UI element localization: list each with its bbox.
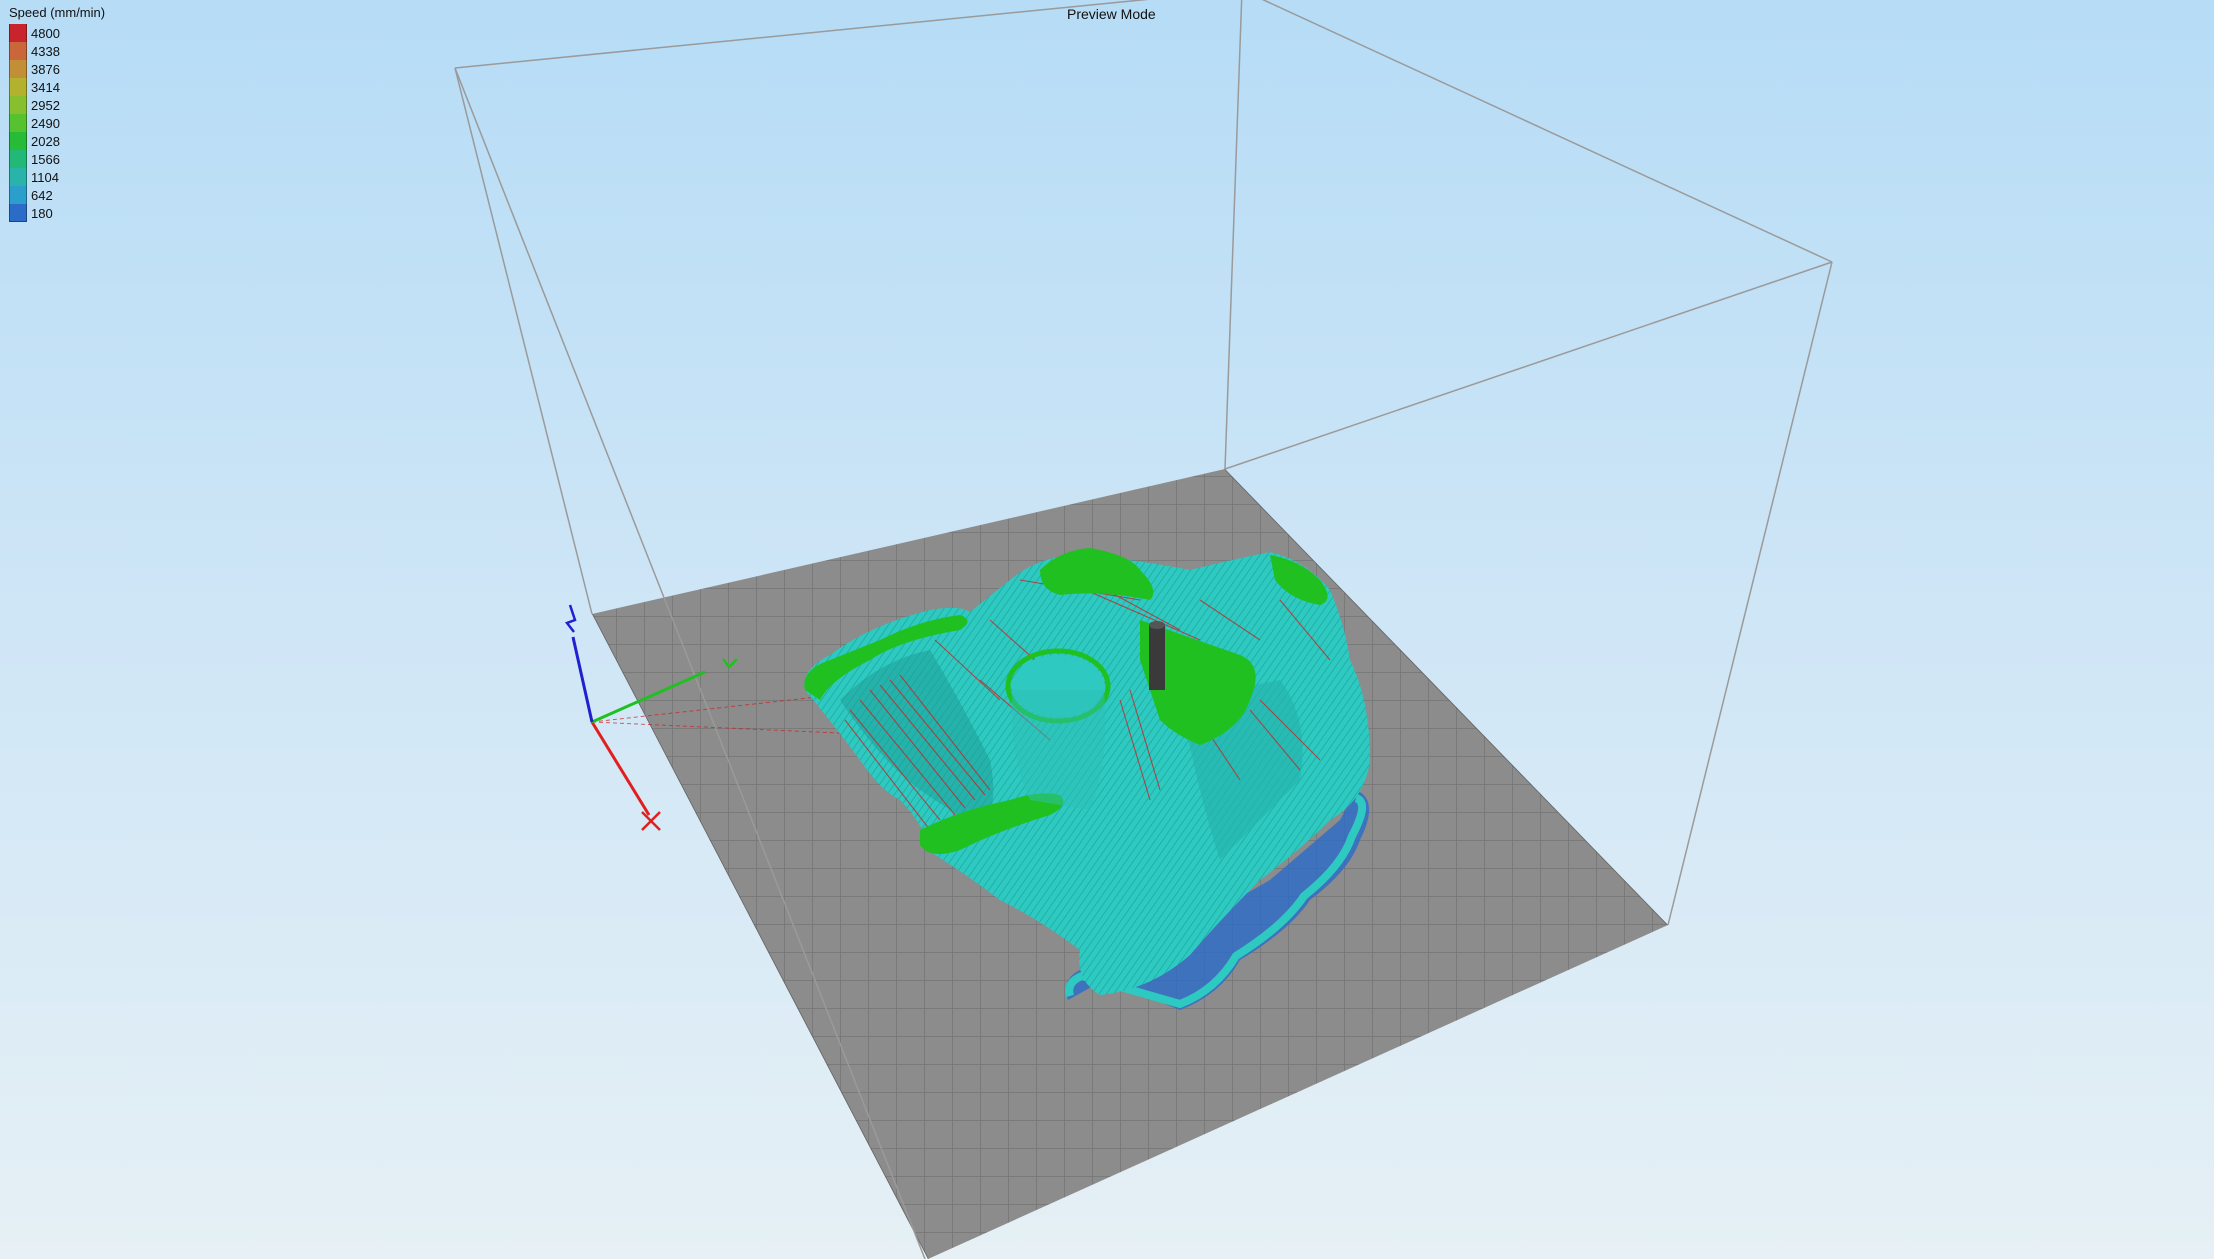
legend-swatch (9, 42, 27, 60)
legend-label: 1566 (31, 151, 60, 167)
legend-item: 2028 (9, 132, 105, 150)
legend-swatch (9, 186, 27, 204)
speed-legend: Speed (mm/min) 4800 4338 3876 3414 2952 … (9, 5, 105, 222)
legend-item: 1566 (9, 150, 105, 168)
legend-title: Speed (mm/min) (9, 5, 106, 20)
legend-swatch (9, 168, 27, 186)
legend-item: 642 (9, 186, 105, 204)
legend-label: 4800 (31, 25, 60, 41)
legend-label: 4338 (31, 43, 60, 59)
legend-item: 1104 (9, 168, 105, 186)
legend-swatch (9, 24, 27, 42)
legend-swatch (9, 96, 27, 114)
legend-label: 3414 (31, 79, 60, 95)
legend-swatch (9, 78, 27, 96)
legend-item: 4800 (9, 24, 105, 42)
legend-label: 1104 (31, 169, 59, 185)
legend-swatch (9, 150, 27, 168)
3d-viewport[interactable] (0, 0, 2214, 1259)
legend-swatch (9, 204, 27, 222)
legend-label: 180 (31, 205, 53, 221)
legend-item: 2952 (9, 96, 105, 114)
legend-item: 180 (9, 204, 105, 222)
legend-item: 3876 (9, 60, 105, 78)
legend-swatch (9, 60, 27, 78)
legend-label: 2490 (31, 115, 60, 131)
legend-label: 642 (31, 187, 53, 203)
legend-swatch (9, 114, 27, 132)
legend-label: 3876 (31, 61, 60, 77)
legend-label: 2952 (31, 97, 60, 113)
viewer-title: Preview Mode (1067, 6, 1156, 22)
legend-item: 4338 (9, 42, 105, 60)
legend-item: 3414 (9, 78, 105, 96)
legend-label: 2028 (31, 133, 60, 149)
legend-item: 2490 (9, 114, 105, 132)
legend-swatch (9, 132, 27, 150)
